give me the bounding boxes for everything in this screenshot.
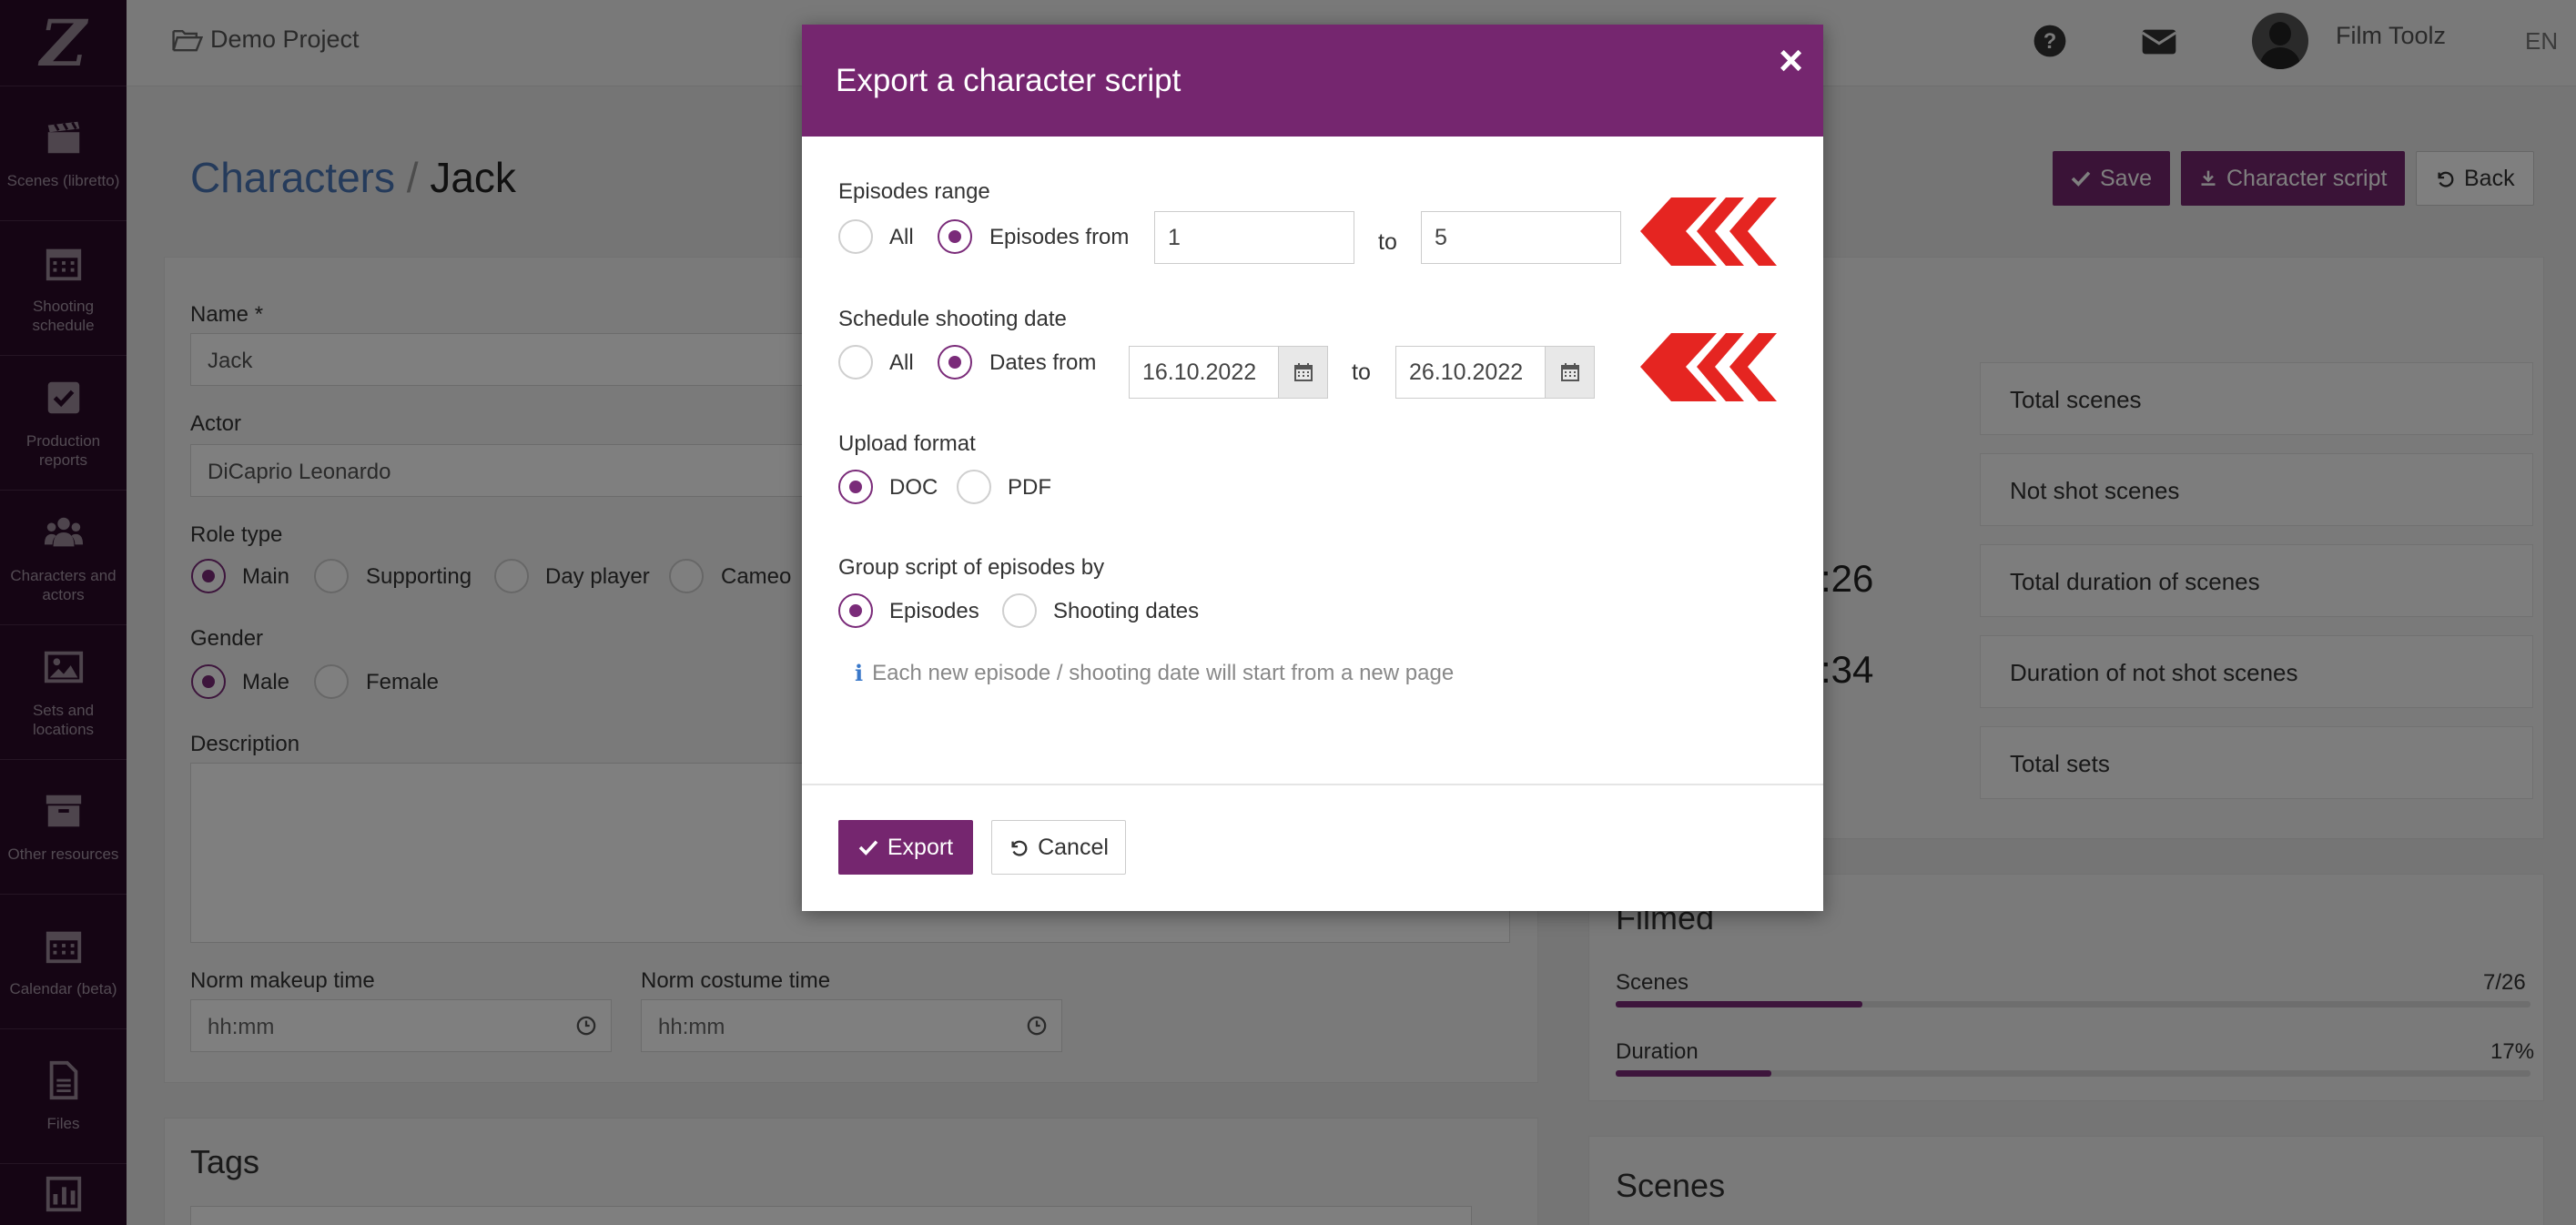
dates-from-radio[interactable] <box>938 345 972 380</box>
check-icon <box>858 840 878 855</box>
calendar-icon <box>1560 363 1579 381</box>
modal-footer-divider <box>802 784 1823 785</box>
schedule-date-label: Schedule shooting date <box>838 307 1067 331</box>
format-pdf-label: PDF <box>1008 475 1051 500</box>
triple-chevron-left-icon <box>1640 197 1777 266</box>
modal-header: Export a character script × <box>802 25 1823 137</box>
close-icon[interactable]: × <box>1779 39 1803 81</box>
episodes-all-radio[interactable] <box>838 219 873 254</box>
episodes-range-label: Episodes range <box>838 179 990 204</box>
episodes-to-label: to <box>1378 229 1397 255</box>
format-pdf-radio[interactable] <box>957 470 991 504</box>
episode-to-input[interactable]: 5 <box>1421 211 1621 264</box>
episodes-from-radio[interactable] <box>938 219 972 254</box>
group-episodes-label: Episodes <box>889 599 979 623</box>
date-to-picker-button[interactable] <box>1545 346 1595 399</box>
info-note: i Each new episode / shooting date will … <box>855 660 1454 686</box>
episodes-from-label: Episodes from <box>989 225 1130 249</box>
export-character-script-modal: Export a character script × Episodes ran… <box>802 25 1823 911</box>
modal-title: Export a character script <box>836 63 1182 98</box>
info-icon: i <box>855 660 864 686</box>
episodes-all-label: All <box>889 225 914 249</box>
date-from-input[interactable]: 16.10.2022 <box>1129 346 1279 399</box>
dates-from-label: Dates from <box>989 350 1097 375</box>
undo-icon <box>1011 840 1028 856</box>
dates-to-label: to <box>1352 359 1371 385</box>
triple-chevron-left-icon <box>1640 333 1777 401</box>
dates-all-radio[interactable] <box>838 345 873 380</box>
upload-format-label: Upload format <box>838 431 976 456</box>
group-dates-label: Shooting dates <box>1053 599 1200 623</box>
format-doc-label: DOC <box>889 475 938 500</box>
cancel-button[interactable]: Cancel <box>991 820 1126 875</box>
date-from-picker-button[interactable] <box>1278 346 1328 399</box>
export-label: Export <box>887 834 954 860</box>
info-text: Each new episode / shooting date will st… <box>872 660 1455 685</box>
date-to-input[interactable]: 26.10.2022 <box>1395 346 1546 399</box>
dates-all-label: All <box>889 350 914 375</box>
export-button[interactable]: Export <box>838 820 973 875</box>
group-dates-radio[interactable] <box>1002 593 1037 628</box>
group-by-label: Group script of episodes by <box>838 555 1105 580</box>
group-episodes-radio[interactable] <box>838 593 873 628</box>
format-doc-radio[interactable] <box>838 470 873 504</box>
calendar-icon <box>1293 363 1313 381</box>
episode-from-input[interactable]: 1 <box>1154 211 1354 264</box>
cancel-label: Cancel <box>1038 834 1109 860</box>
